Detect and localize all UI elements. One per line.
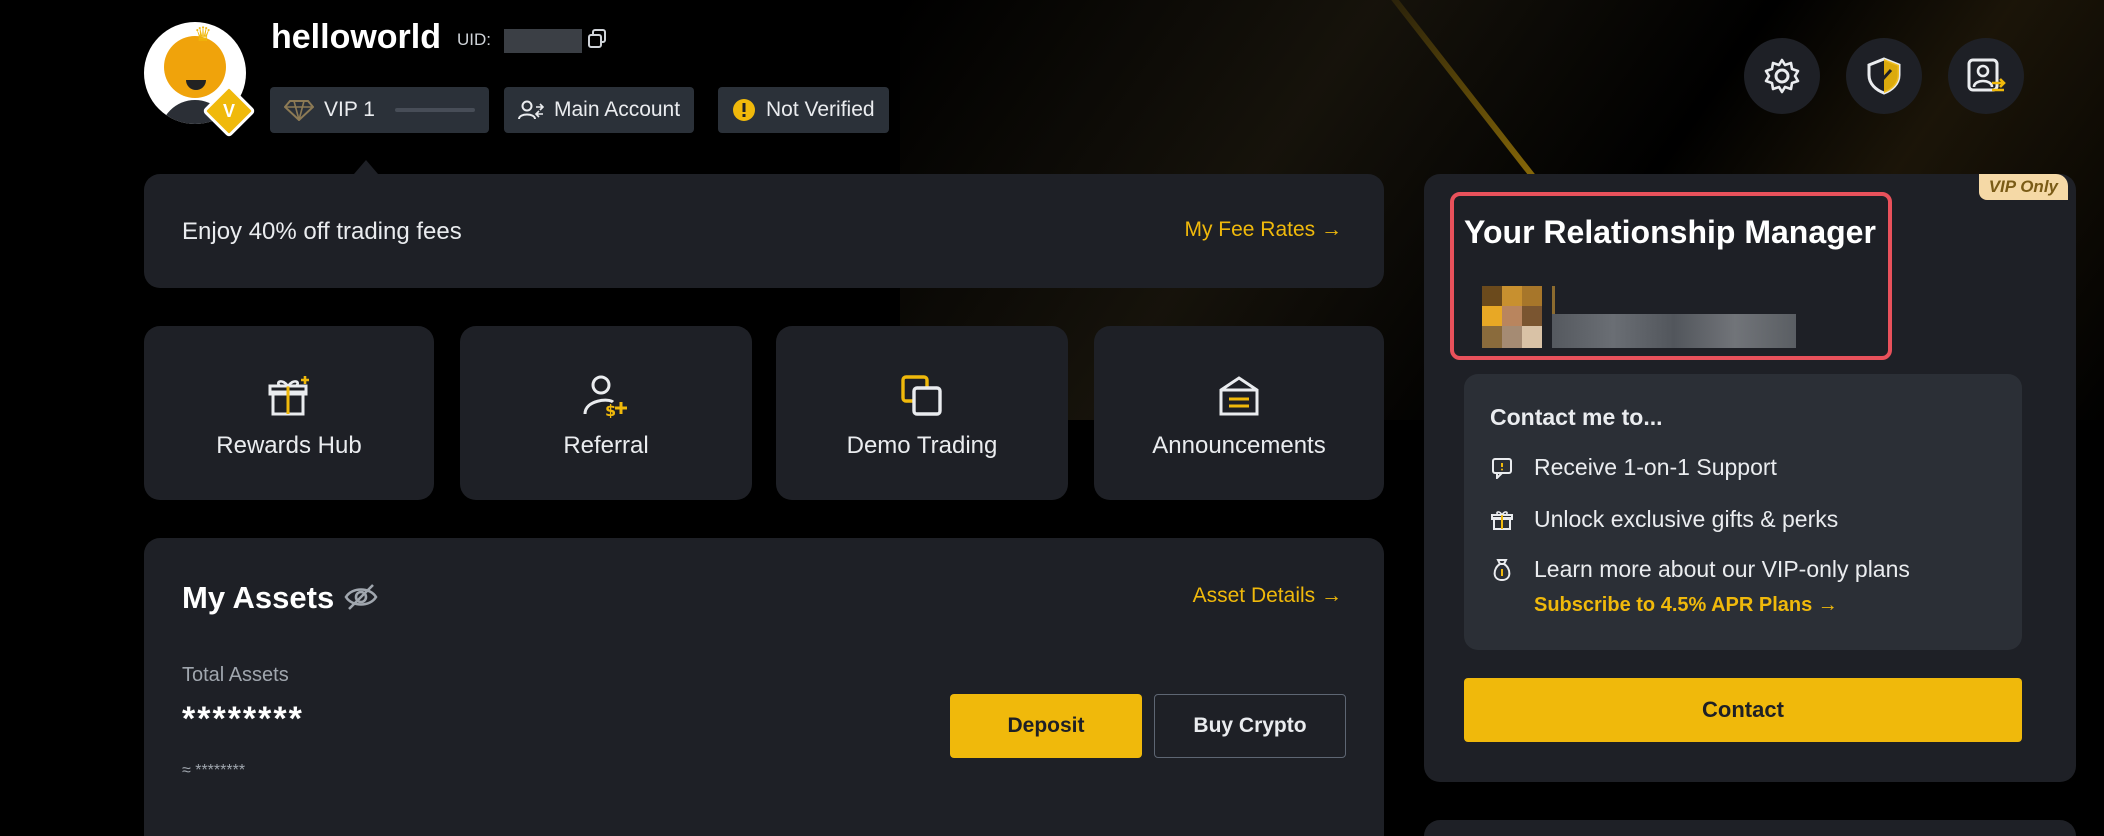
dropdown-pointer (354, 160, 378, 174)
crown-icon: ♛ (194, 24, 212, 46)
fee-rates-link[interactable]: My Fee Rates → (1184, 218, 1342, 242)
referral-tile[interactable]: $ Referral (460, 326, 752, 500)
total-assets-approx: ≈ ******** (182, 762, 246, 779)
vip-badge-letter: V (222, 101, 235, 121)
deposit-button[interactable]: Deposit (950, 694, 1142, 758)
verification-chip[interactable]: Not Verified (718, 87, 889, 133)
account-label: Main Account (554, 98, 681, 121)
gear-icon (1764, 58, 1800, 94)
uid-value-masked (504, 29, 582, 53)
relationship-manager-highlight (1450, 192, 1892, 360)
diamond-icon (284, 99, 314, 121)
asset-details-link[interactable]: Asset Details → (1193, 584, 1342, 608)
money-bag-icon (1490, 558, 1514, 582)
settings-button[interactable] (1744, 38, 1820, 114)
uid-label: UID: (457, 30, 491, 49)
vip-level-label: VIP 1 (324, 98, 375, 121)
copy-icon[interactable] (586, 28, 608, 50)
rewards-hub-label: Rewards Hub (216, 432, 362, 459)
contact-item-label: Learn more about our VIP-only plans (1534, 556, 1910, 582)
svg-text:$: $ (605, 401, 616, 418)
contact-item-gifts: Unlock exclusive gifts & perks (1490, 506, 1838, 533)
announcements-label: Announcements (1152, 432, 1326, 459)
total-assets-value: ******** (182, 700, 304, 738)
my-assets-panel: My Assets Asset Details → Total Assets *… (144, 538, 1384, 836)
contact-item-plans: Learn more about our VIP-only plans (1490, 556, 1910, 583)
main-account-chip[interactable]: Main Account (504, 87, 695, 133)
next-panel-edge (1424, 820, 2076, 836)
announcements-tile[interactable]: Announcements (1094, 326, 1384, 500)
identity-button[interactable] (1948, 38, 2024, 114)
contact-item-label: Unlock exclusive gifts & perks (1534, 506, 1839, 532)
subscribe-plans-link[interactable]: Subscribe to 4.5% APR Plans → (1534, 594, 1838, 617)
demo-trading-tile[interactable]: Demo Trading (776, 326, 1068, 500)
vip-progress-bar (394, 108, 475, 112)
gift-icon (267, 366, 311, 418)
demo-trading-label: Demo Trading (846, 432, 998, 459)
account-switch-icon (518, 99, 544, 121)
contact-item-label: Receive 1-on-1 Support (1534, 454, 1777, 480)
announcement-icon (1217, 366, 1261, 418)
assets-title: My Assets (182, 580, 335, 615)
shield-check-icon (1867, 57, 1901, 95)
fee-discount-banner: Enjoy 40% off trading fees My Fee Rates … (144, 174, 1384, 288)
warning-icon (732, 98, 756, 122)
contact-button[interactable]: Contact (1464, 678, 2022, 742)
vip-only-tag: VIP Only (1978, 174, 2068, 200)
username: helloworld (271, 18, 441, 56)
gift-icon (1490, 509, 1514, 531)
buy-crypto-button[interactable]: Buy Crypto (1154, 694, 1346, 758)
vip-level-chip[interactable]: VIP 1 (270, 87, 489, 133)
verification-label: Not Verified (766, 98, 875, 121)
contact-reasons-box: Contact me to... Receive 1-on-1 Support … (1464, 374, 2022, 650)
contact-heading: Contact me to... (1490, 404, 1663, 430)
referral-icon: $ (583, 366, 629, 418)
hide-balance-icon[interactable] (344, 582, 378, 617)
total-assets-label: Total Assets (182, 664, 289, 686)
fee-discount-text: Enjoy 40% off trading fees (182, 218, 462, 245)
demo-trading-icon (900, 366, 944, 418)
security-button[interactable] (1846, 38, 1922, 114)
rewards-hub-tile[interactable]: Rewards Hub (144, 326, 434, 500)
referral-label: Referral (563, 432, 649, 459)
chat-icon (1490, 457, 1514, 479)
contact-item-support: Receive 1-on-1 Support (1490, 454, 1777, 481)
profile-card-icon (1967, 58, 2006, 92)
